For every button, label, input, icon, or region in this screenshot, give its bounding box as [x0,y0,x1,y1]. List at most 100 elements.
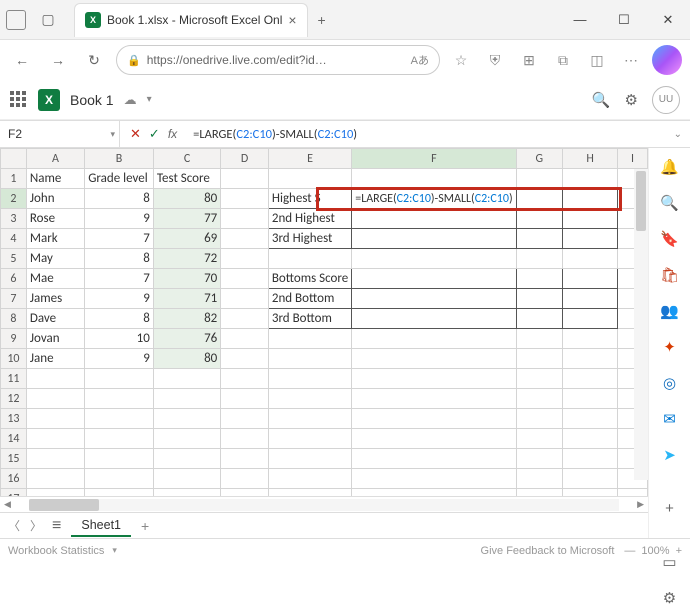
row-header-12[interactable]: 12 [1,389,27,409]
horizontal-scrollbar[interactable]: ◀ ▶ [0,496,648,512]
cell-A6[interactable]: Mae [26,269,84,289]
row-header-6[interactable]: 6 [1,269,27,289]
cell-E14[interactable] [268,429,351,449]
shopping-icon[interactable]: 🛍 [660,266,680,284]
cell-H13[interactable] [563,409,618,429]
cell-E13[interactable] [268,409,351,429]
accept-formula-icon[interactable]: ✓ [149,126,160,142]
copilot-icon[interactable] [652,45,682,75]
cancel-formula-icon[interactable]: ✕ [130,126,141,142]
cell-D15[interactable] [221,449,269,469]
cell-D5[interactable] [221,249,269,269]
cell-A5[interactable]: May [26,249,84,269]
cell-F3[interactable] [352,209,516,229]
cell-H6[interactable] [563,269,618,289]
cell-F15[interactable] [352,449,516,469]
cell-A1[interactable]: Name [26,169,84,189]
cell-A2[interactable]: John [26,189,84,209]
menu-icon[interactable]: ⋯ [618,47,644,73]
workspace-icon[interactable]: ▢ [34,11,62,28]
cell-B13[interactable] [85,409,154,429]
cell-A14[interactable] [26,429,84,449]
cell-H15[interactable] [563,449,618,469]
cell-H2[interactable] [563,189,618,209]
tab-group-icon[interactable] [6,10,26,30]
cell-G13[interactable] [516,409,562,429]
col-header-G[interactable]: G [516,149,562,169]
cell-C13[interactable] [153,409,220,429]
split-icon[interactable]: ◫ [584,47,610,73]
cell-C3[interactable]: 77 [153,209,220,229]
cell-B5[interactable]: 8 [85,249,154,269]
window-minimize-button[interactable]: — [558,0,602,40]
cell-G7[interactable] [516,289,562,309]
zoom-in-button[interactable]: + [676,545,682,557]
tools-icon[interactable]: ✦ [660,338,680,356]
window-maximize-button[interactable]: ☐ [602,0,646,40]
cell-F2[interactable]: =LARGE(C2:C10)-SMALL(C2:C10) [352,189,516,209]
cell-B16[interactable] [85,469,154,489]
settings-icon[interactable]: ⚙ [625,91,638,109]
cell-H12[interactable] [563,389,618,409]
search-icon[interactable]: 🔍 [592,91,611,109]
cell-F5[interactable] [352,249,516,269]
row-header-8[interactable]: 8 [1,309,27,329]
cell-B3[interactable]: 9 [85,209,154,229]
cell-E12[interactable] [268,389,351,409]
cell-A13[interactable] [26,409,84,429]
outlook-icon[interactable]: ✉ [660,410,680,428]
cell-F1[interactable] [352,169,516,189]
cell-C4[interactable]: 69 [153,229,220,249]
cell-C15[interactable] [153,449,220,469]
cell-E4[interactable]: 3rd Highest [268,229,351,249]
cell-E9[interactable] [268,329,351,349]
sheet-nav-prev-icon[interactable]: 〈 [8,517,20,534]
cell-D4[interactable] [221,229,269,249]
cell-E1[interactable] [268,169,351,189]
cell-C6[interactable]: 70 [153,269,220,289]
cell-A10[interactable]: Jane [26,349,84,369]
nav-back-button[interactable]: ← [8,46,36,74]
col-header-E[interactable]: E [268,149,351,169]
cell-F14[interactable] [352,429,516,449]
fx-label[interactable]: fx [168,127,177,141]
cell-F7[interactable] [352,289,516,309]
cell-F12[interactable] [352,389,516,409]
cell-F16[interactable] [352,469,516,489]
cell-G10[interactable] [516,349,562,369]
cell-E6[interactable]: Bottoms Score [268,269,351,289]
col-header-I[interactable]: I [618,149,648,169]
cell-A11[interactable] [26,369,84,389]
cell-E11[interactable] [268,369,351,389]
app-launcher-icon[interactable] [10,91,28,109]
window-close-button[interactable]: ✕ [646,0,690,40]
cell-A12[interactable] [26,389,84,409]
cell-A9[interactable]: Jovan [26,329,84,349]
row-header-5[interactable]: 5 [1,249,27,269]
row-header-1[interactable]: 1 [1,169,27,189]
cell-B6[interactable]: 7 [85,269,154,289]
tab-close-icon[interactable]: × [288,12,296,28]
cell-D2[interactable] [221,189,269,209]
status-chevron-icon[interactable]: ▾ [112,545,117,556]
cell-B7[interactable]: 9 [85,289,154,309]
cell-D12[interactable] [221,389,269,409]
row-header-17[interactable]: 17 [1,489,27,497]
row-header-7[interactable]: 7 [1,289,27,309]
cell-D6[interactable] [221,269,269,289]
col-header-C[interactable]: C [153,149,220,169]
formula-expand-icon[interactable]: ⌄ [666,129,690,140]
col-header-A[interactable]: A [26,149,84,169]
zoom-level[interactable]: 100% [641,545,669,557]
cell-C7[interactable]: 71 [153,289,220,309]
cell-B4[interactable]: 7 [85,229,154,249]
cell-G6[interactable] [516,269,562,289]
tag-icon[interactable]: 🔖 [660,230,680,248]
cell-H10[interactable] [563,349,618,369]
cell-D14[interactable] [221,429,269,449]
cell-C1[interactable]: Test Score [153,169,220,189]
send-icon[interactable]: ➤ [660,446,680,464]
cell-C9[interactable]: 76 [153,329,220,349]
cell-F11[interactable] [352,369,516,389]
cell-A17[interactable] [26,489,84,497]
